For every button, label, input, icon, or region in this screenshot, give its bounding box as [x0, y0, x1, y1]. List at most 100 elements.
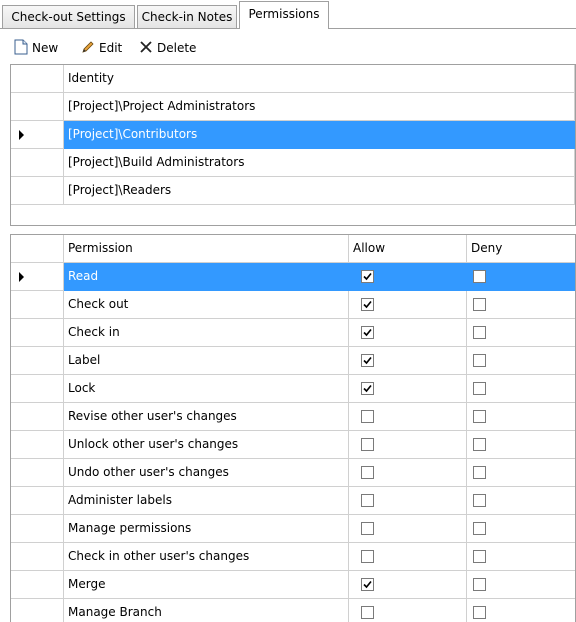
- row-header[interactable]: [11, 263, 64, 291]
- permission-row-selected[interactable]: Read: [11, 263, 575, 291]
- row-header[interactable]: [11, 543, 64, 571]
- identity-column-header[interactable]: Identity: [64, 65, 575, 93]
- allow-cell: [349, 347, 467, 375]
- deny-checkbox[interactable]: [473, 382, 486, 395]
- identity-cell[interactable]: [Project]\Project Administrators: [64, 93, 575, 121]
- allow-cell: [349, 431, 467, 459]
- permission-column-header[interactable]: Permission: [64, 235, 349, 263]
- permission-name-cell: Label: [64, 347, 349, 375]
- deny-checkbox[interactable]: [473, 578, 486, 591]
- permission-name-cell: Merge: [64, 571, 349, 599]
- permission-name-cell: Check out: [64, 291, 349, 319]
- pencil-icon: [81, 40, 99, 57]
- allow-checkbox[interactable]: [361, 410, 374, 423]
- row-header[interactable]: [11, 177, 64, 205]
- permission-name-cell: Manage permissions: [64, 515, 349, 543]
- tab-permissions[interactable]: Permissions: [239, 1, 329, 29]
- deny-cell: [467, 515, 575, 543]
- row-header[interactable]: [11, 375, 64, 403]
- deny-checkbox[interactable]: [473, 270, 486, 283]
- current-row-arrow-icon: [19, 272, 24, 282]
- deny-checkbox[interactable]: [473, 298, 486, 311]
- permission-row[interactable]: Label: [11, 347, 575, 375]
- deny-checkbox[interactable]: [473, 494, 486, 507]
- allow-cell: [349, 571, 467, 599]
- allow-column-header[interactable]: Allow: [349, 235, 467, 263]
- allow-checkbox[interactable]: [361, 326, 374, 339]
- deny-checkbox[interactable]: [473, 438, 486, 451]
- new-button[interactable]: New: [14, 36, 58, 60]
- permission-row[interactable]: Check out: [11, 291, 575, 319]
- allow-checkbox[interactable]: [361, 466, 374, 479]
- deny-cell: [467, 571, 575, 599]
- row-header[interactable]: [11, 515, 64, 543]
- permission-name-cell: Read: [64, 263, 349, 291]
- row-header[interactable]: [11, 487, 64, 515]
- permission-row[interactable]: Manage permissions: [11, 515, 575, 543]
- permission-row[interactable]: Lock: [11, 375, 575, 403]
- permission-row[interactable]: Unlock other user's changes: [11, 431, 575, 459]
- deny-checkbox[interactable]: [473, 354, 486, 367]
- row-header[interactable]: [11, 459, 64, 487]
- identity-row[interactable]: [Project]\Project Administrators: [11, 93, 575, 121]
- row-header[interactable]: [11, 93, 64, 121]
- identity-row[interactable]: [Project]\Build Administrators: [11, 149, 575, 177]
- permission-row[interactable]: Manage Branch: [11, 599, 575, 622]
- permission-name-cell: Check in other user's changes: [64, 543, 349, 571]
- deny-cell: [467, 319, 575, 347]
- row-header[interactable]: [11, 599, 64, 622]
- row-header[interactable]: [11, 403, 64, 431]
- allow-checkbox[interactable]: [361, 382, 374, 395]
- deny-checkbox[interactable]: [473, 522, 486, 535]
- allow-checkbox[interactable]: [361, 494, 374, 507]
- allow-cell: [349, 515, 467, 543]
- allow-checkbox[interactable]: [361, 522, 374, 535]
- deny-checkbox[interactable]: [473, 410, 486, 423]
- deny-checkbox[interactable]: [473, 466, 486, 479]
- deny-cell: [467, 431, 575, 459]
- permission-row[interactable]: Administer labels: [11, 487, 575, 515]
- permission-row[interactable]: Check in: [11, 319, 575, 347]
- allow-cell: [349, 459, 467, 487]
- identity-row-selected[interactable]: [Project]\Contributors: [11, 121, 575, 149]
- permission-name-cell: Revise other user's changes: [64, 403, 349, 431]
- allow-checkbox[interactable]: [361, 438, 374, 451]
- allow-checkbox[interactable]: [361, 550, 374, 563]
- delete-button[interactable]: Delete: [139, 36, 196, 60]
- row-header[interactable]: [11, 291, 64, 319]
- row-header[interactable]: [11, 121, 64, 149]
- deny-column-header[interactable]: Deny: [467, 235, 575, 263]
- allow-cell: [349, 319, 467, 347]
- deny-checkbox[interactable]: [473, 550, 486, 563]
- identity-cell[interactable]: [Project]\Readers: [64, 177, 575, 205]
- tab-check-in-notes[interactable]: Check-in Notes: [137, 5, 237, 28]
- allow-checkbox[interactable]: [361, 298, 374, 311]
- permission-row[interactable]: Undo other user's changes: [11, 459, 575, 487]
- allow-checkbox[interactable]: [361, 270, 374, 283]
- allow-checkbox[interactable]: [361, 606, 374, 619]
- row-header[interactable]: [11, 319, 64, 347]
- deny-cell: [467, 403, 575, 431]
- current-row-arrow-icon: [19, 130, 24, 140]
- row-header[interactable]: [11, 571, 64, 599]
- deny-checkbox[interactable]: [473, 326, 486, 339]
- tab-check-out-settings[interactable]: Check-out Settings: [2, 5, 135, 28]
- identity-row[interactable]: [Project]\Readers: [11, 177, 575, 205]
- allow-checkbox[interactable]: [361, 354, 374, 367]
- identity-cell[interactable]: [Project]\Contributors: [64, 121, 575, 149]
- row-header[interactable]: [11, 431, 64, 459]
- deny-checkbox[interactable]: [473, 606, 486, 619]
- row-header[interactable]: [11, 347, 64, 375]
- allow-checkbox[interactable]: [361, 578, 374, 591]
- permission-row[interactable]: Check in other user's changes: [11, 543, 575, 571]
- deny-cell: [467, 487, 575, 515]
- deny-cell: [467, 291, 575, 319]
- row-header[interactable]: [11, 149, 64, 177]
- edit-button[interactable]: Edit: [81, 36, 122, 60]
- identity-cell[interactable]: [Project]\Build Administrators: [64, 149, 575, 177]
- deny-cell: [467, 375, 575, 403]
- permission-row[interactable]: Merge: [11, 571, 575, 599]
- allow-cell: [349, 403, 467, 431]
- edit-button-label: Edit: [99, 41, 123, 55]
- permission-row[interactable]: Revise other user's changes: [11, 403, 575, 431]
